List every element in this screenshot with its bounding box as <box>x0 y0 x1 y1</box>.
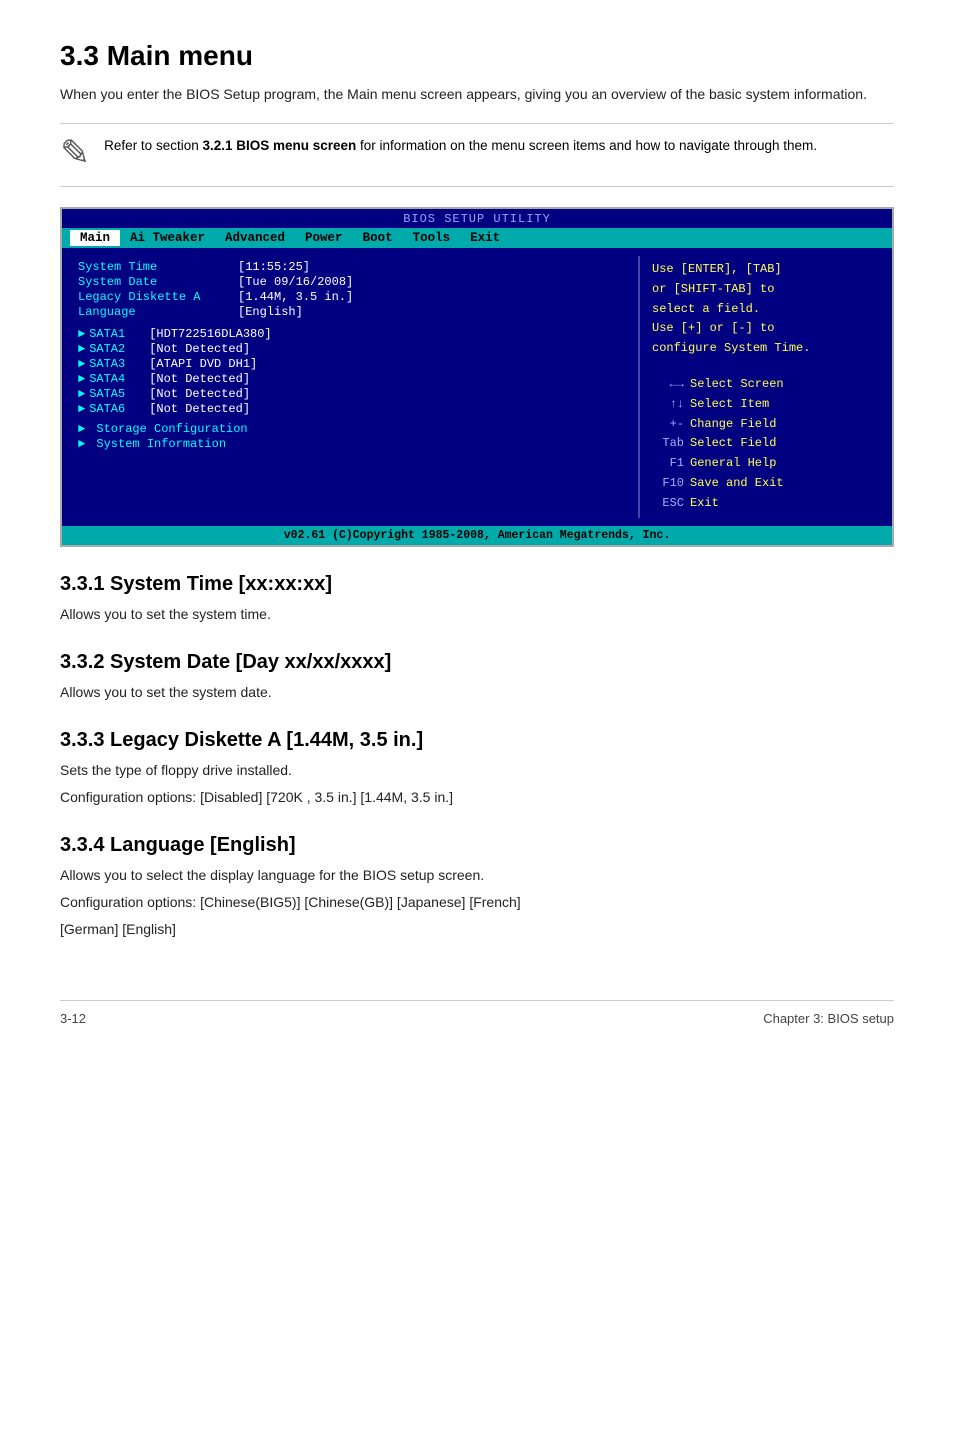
note-box: ✎ Refer to section 3.2.1 BIOS menu scree… <box>60 123 894 187</box>
section-title-3.3.3: 3.3.3 Legacy Diskette A [1.44M, 3.5 in.] <box>60 729 894 752</box>
bios-footer: v02.61 (C)Copyright 1985-2008, American … <box>62 526 892 545</box>
bios-menu-power[interactable]: Power <box>295 230 353 246</box>
bios-sata-item: ►SATA3[ATAPI DVD DH1] <box>78 357 626 371</box>
bios-right: Use [ENTER], [TAB]or [SHIFT-TAB] toselec… <box>644 256 884 518</box>
bios-menu-boot[interactable]: Boot <box>353 230 403 246</box>
bios-menu-bar: MainAi TweakerAdvancedPowerBootToolsExit <box>62 228 892 248</box>
note-bold: 3.2.1 BIOS menu screen <box>202 138 356 153</box>
section-body-3.3.1: Allows you to set the system time. <box>60 604 894 625</box>
bios-row: System Time[11:55:25] <box>78 260 626 274</box>
bios-menu-tools[interactable]: Tools <box>403 230 461 246</box>
bios-help-line: or [SHIFT-TAB] to <box>652 280 876 300</box>
bios-submenu-item: ► System Information <box>78 437 626 451</box>
bios-key-row: F10Save and Exit <box>652 474 876 494</box>
section-title-3.3.2: 3.3.2 System Date [Day xx/xx/xxxx] <box>60 651 894 674</box>
section-body-3.3.3: Configuration options: [Disabled] [720K … <box>60 787 894 808</box>
bios-right-keys: ←→Select Screen↑↓Select Item+-Change Fie… <box>652 375 876 514</box>
bios-key-row: F1General Help <box>652 454 876 474</box>
bios-help-line: Use [ENTER], [TAB] <box>652 260 876 280</box>
bios-left: System Time[11:55:25]System Date[Tue 09/… <box>70 256 634 518</box>
bios-content: System Time[11:55:25]System Date[Tue 09/… <box>62 248 892 526</box>
bios-submenu-section: ► Storage Configuration► System Informat… <box>78 422 626 451</box>
bios-help-line: select a field. <box>652 300 876 320</box>
page-title: 3.3 Main menu <box>60 40 894 72</box>
bios-row: System Date[Tue 09/16/2008] <box>78 275 626 289</box>
bios-help-line: configure System Time. <box>652 339 876 359</box>
section-title-3.3.1: 3.3.1 System Time [xx:xx:xx] <box>60 573 894 596</box>
bios-screen: BIOS SETUP UTILITY MainAi TweakerAdvance… <box>60 207 894 547</box>
section-body-3.3.2: Allows you to set the system date. <box>60 682 894 703</box>
bios-sata-item: ►SATA6[Not Detected] <box>78 402 626 416</box>
sections-container: 3.3.1 System Time [xx:xx:xx] Allows you t… <box>60 573 894 940</box>
bios-help-line: Use [+] or [-] to <box>652 319 876 339</box>
bios-key-row: ESCExit <box>652 494 876 514</box>
bios-title-bar: BIOS SETUP UTILITY <box>62 209 892 228</box>
bios-menu-exit[interactable]: Exit <box>460 230 510 246</box>
bios-menu-ai-tweaker[interactable]: Ai Tweaker <box>120 230 215 246</box>
note-text-before: Refer to section <box>104 138 202 153</box>
bios-key-row: TabSelect Field <box>652 434 876 454</box>
bios-sata-item: ►SATA1[HDT722516DLA380] <box>78 327 626 341</box>
bios-menu-advanced[interactable]: Advanced <box>215 230 295 246</box>
note-text: Refer to section 3.2.1 BIOS menu screen … <box>104 136 817 156</box>
bios-sata-item: ►SATA5[Not Detected] <box>78 387 626 401</box>
section-title-3.3.4: 3.3.4 Language [English] <box>60 834 894 857</box>
page-footer: 3-12 Chapter 3: BIOS setup <box>60 1000 894 1026</box>
footer-right: Chapter 3: BIOS setup <box>763 1011 894 1026</box>
bios-row: Legacy Diskette A[1.44M, 3.5 in.] <box>78 290 626 304</box>
note-text-after: for information on the menu screen items… <box>356 138 817 153</box>
bios-key-row: ↑↓Select Item <box>652 395 876 415</box>
bios-sata-item: ►SATA4[Not Detected] <box>78 372 626 386</box>
bios-key-row: ←→Select Screen <box>652 375 876 395</box>
bios-right-help: Use [ENTER], [TAB]or [SHIFT-TAB] toselec… <box>652 260 876 359</box>
section-body-3.3.4: Configuration options: [Chinese(BIG5)] [… <box>60 892 894 913</box>
note-icon: ✎ <box>60 132 90 174</box>
bios-menu-main[interactable]: Main <box>70 230 120 246</box>
page-intro: When you enter the BIOS Setup program, t… <box>60 84 894 105</box>
section-body-3.3.4: [German] [English] <box>60 919 894 940</box>
bios-submenu-item: ► Storage Configuration <box>78 422 626 436</box>
bios-row: Language[English] <box>78 305 626 319</box>
bios-key-row: +-Change Field <box>652 415 876 435</box>
bios-divider <box>638 256 640 518</box>
bios-sata-section: ►SATA1[HDT722516DLA380]►SATA2[Not Detect… <box>78 327 626 416</box>
section-body-3.3.4: Allows you to select the display languag… <box>60 865 894 886</box>
bios-sata-item: ►SATA2[Not Detected] <box>78 342 626 356</box>
footer-left: 3-12 <box>60 1011 86 1026</box>
section-body-3.3.3: Sets the type of floppy drive installed. <box>60 760 894 781</box>
bios-main-fields: System Time[11:55:25]System Date[Tue 09/… <box>78 260 626 319</box>
